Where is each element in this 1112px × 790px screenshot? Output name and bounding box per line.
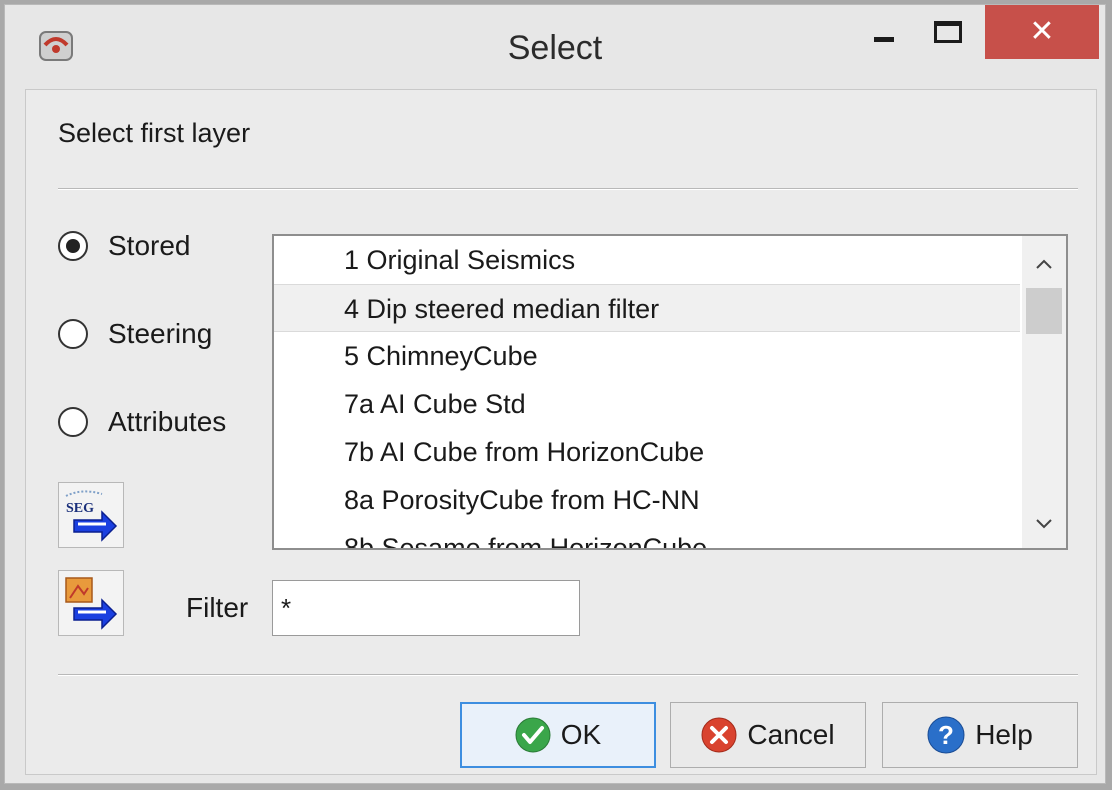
title-bar[interactable]: Select ✕ [5, 5, 1105, 89]
dialog-window: Select ✕ Select first layer Stored Steer… [0, 0, 1112, 790]
radio-attributes[interactable]: Attributes [58, 406, 226, 438]
maximize-button[interactable] [919, 5, 977, 59]
dialog-body: Select first layer Stored Steering Attri… [25, 89, 1097, 775]
cancel-x-icon [701, 717, 737, 753]
list-item[interactable]: 7a AI Cube Std [274, 380, 1020, 428]
close-icon: ✕ [1029, 15, 1055, 48]
segy-text: SEG [66, 501, 94, 516]
radio-steering[interactable]: Steering [58, 318, 212, 350]
minimize-button[interactable] [855, 5, 913, 59]
radio-button[interactable] [58, 407, 88, 437]
list-item[interactable]: 8a PorosityCube from HC-NN [274, 476, 1020, 524]
separator [58, 674, 1078, 676]
segy-import-button[interactable]: SEG [58, 482, 124, 548]
list-item[interactable]: 8b Sesame from HorizonCube [274, 524, 1020, 548]
dialog-heading: Select first layer [58, 118, 251, 148]
list-item[interactable]: 7b AI Cube from HorizonCube [274, 428, 1020, 476]
close-button[interactable]: ✕ [985, 5, 1099, 59]
filter-label: Filter [186, 592, 249, 623]
filter-input[interactable] [272, 580, 580, 636]
segy-import-icon: SEG [65, 490, 118, 542]
ok-label: OK [560, 719, 602, 750]
scroll-thumb[interactable] [1026, 288, 1062, 334]
list-scrollbar[interactable] [1022, 236, 1066, 548]
import-arrow-icon [65, 577, 118, 630]
layer-list[interactable]: 1 Original Seismics 4 Dip steered median… [272, 234, 1068, 550]
dialog-frame: Select ✕ Select first layer Stored Steer… [4, 4, 1106, 784]
radio-stored[interactable]: Stored [58, 230, 191, 262]
radio-label: Steering [108, 318, 213, 349]
minimize-icon [874, 36, 894, 42]
svg-text:?: ? [938, 720, 954, 750]
radio-label: Stored [108, 230, 191, 261]
radio-label: Attributes [108, 406, 227, 437]
help-label: Help [975, 719, 1033, 750]
list-item[interactable]: 1 Original Seismics [274, 236, 1020, 284]
list-item[interactable]: 5 ChimneyCube [274, 332, 1020, 380]
cancel-button[interactable]: Cancel [670, 702, 866, 768]
maximize-icon [934, 21, 962, 43]
radio-button[interactable] [58, 319, 88, 349]
layer-list-items: 1 Original Seismics 4 Dip steered median… [274, 236, 1020, 548]
cancel-label: Cancel [747, 719, 835, 750]
chevron-down-icon[interactable] [1022, 504, 1066, 544]
radio-button[interactable] [58, 231, 88, 261]
import-button[interactable] [58, 570, 124, 636]
chevron-up-icon[interactable] [1022, 244, 1066, 284]
help-button[interactable]: ? Help [882, 702, 1078, 768]
help-question-icon: ? [927, 716, 965, 754]
ok-check-icon [515, 717, 551, 753]
list-item-selected[interactable]: 4 Dip steered median filter [274, 284, 1020, 332]
radio-selected-dot [66, 239, 80, 253]
separator [58, 188, 1078, 190]
ok-button[interactable]: OK [460, 702, 656, 768]
